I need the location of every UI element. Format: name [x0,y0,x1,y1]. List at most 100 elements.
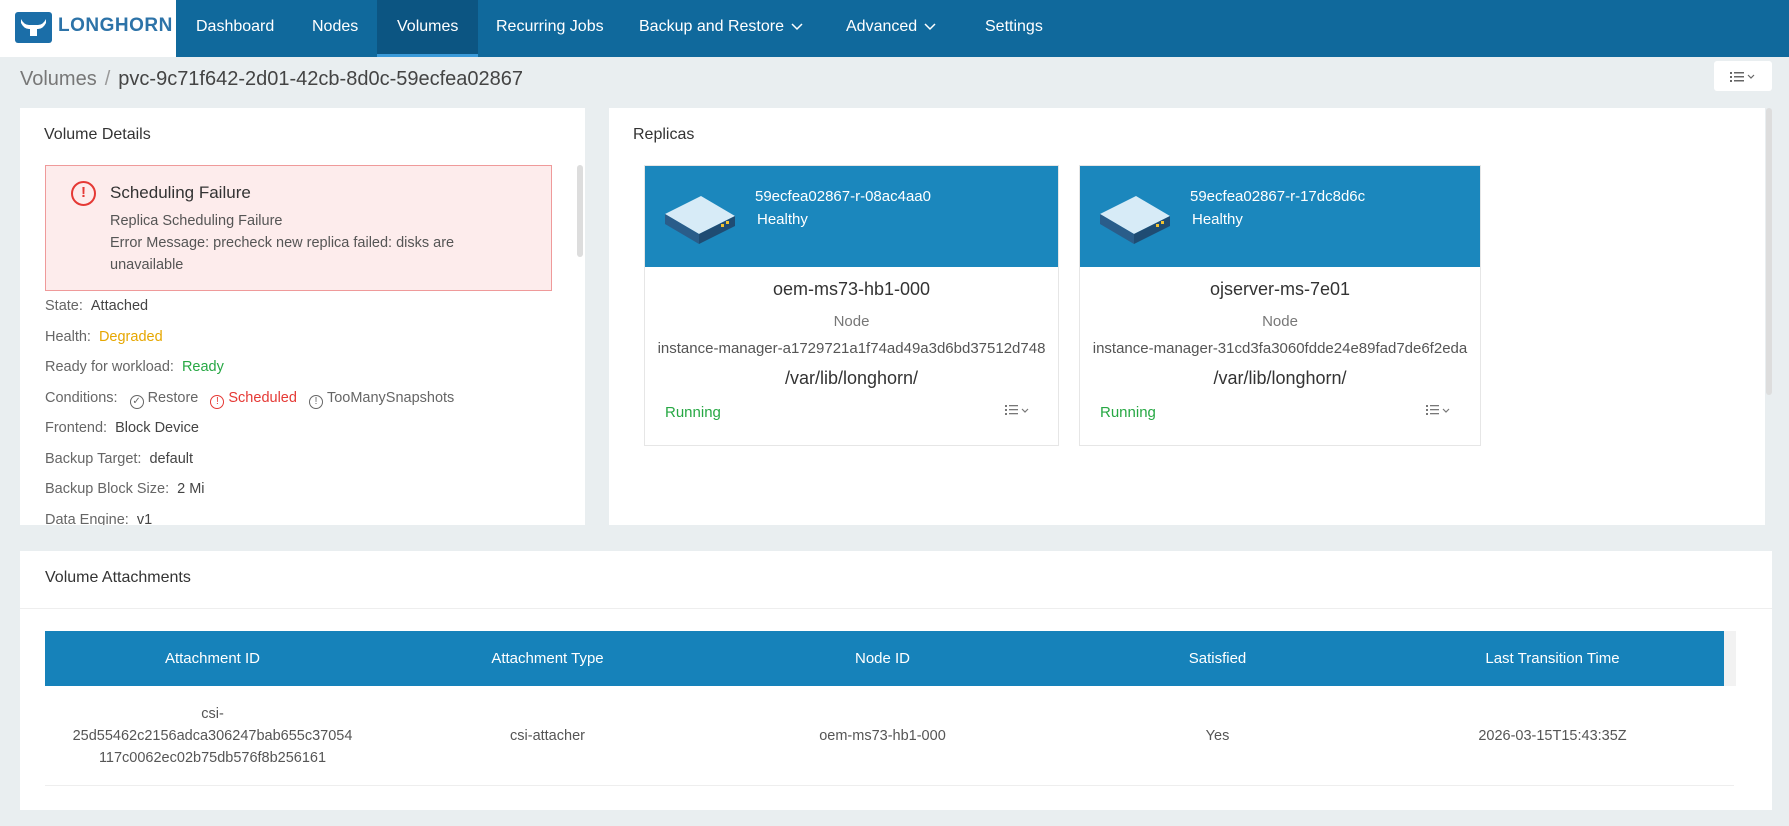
replica-name: 59ecfea02867-r-17dc8d6c [1190,188,1366,205]
alert-circle-icon: ! [71,181,96,206]
logo-text: LONGHORN [58,15,173,36]
info-circle-icon: ! [308,395,323,409]
nav-advanced[interactable]: Advanced [826,0,956,57]
ready-label: Ready for workload: [45,359,174,375]
backup-block-size-row: Backup Block Size: 2 Mi [45,481,205,497]
breadcrumb-volumes-link[interactable]: Volumes [20,68,97,90]
condition-toomanysnapshots[interactable]: ! TooManySnapshots [308,390,455,409]
replica-state: Running [665,404,721,421]
attachments-table-header: Attachment ID Attachment Type Node ID Sa… [45,631,1724,686]
page-actions-button[interactable] [1714,61,1772,91]
health-label: Health: [45,329,91,345]
frontend-value: Block Device [115,420,199,436]
replica-path: /var/lib/longhorn/ [1213,368,1347,388]
top-navbar: LONGHORN Dashboard Nodes Volumes Recurri… [0,0,1789,57]
nav-label: Settings [985,18,1043,35]
column-header-attachment-id[interactable]: Attachment ID [45,631,380,686]
check-circle-icon: ✓ [129,395,144,409]
replica-health: Healthy [1192,211,1243,228]
replica-path: /var/lib/longhorn/ [784,368,919,388]
replica-card[interactable]: 59ecfea02867-r-17dc8d6c Healthy ojserver… [1079,165,1481,446]
conditions-row: Conditions: ✓ Restore ! Scheduled ! TooMany… [45,390,454,409]
state-label: State: [45,298,83,314]
logo[interactable]: LONGHORN [0,0,176,57]
condition-label: TooManySnapshots [326,390,455,406]
health-row: Health: Degraded [45,329,163,345]
alert-message: Error Message: precheck new replica fail… [110,235,455,273]
replica-node[interactable]: ojserver-ms-7e01 [1080,279,1480,300]
nav-backup-and-restore[interactable]: Backup and Restore [619,0,823,57]
condition-scheduled[interactable]: ! Scheduled [210,390,297,409]
replica-node[interactable]: oem-ms73-hb1-000 [645,279,1058,300]
nav-nodes[interactable]: Nodes [292,0,378,57]
divider [20,608,1772,609]
chevron-down-icon [924,0,936,53]
attachment-id-line: 25d55462c2156adca306247bab655c37054 [72,728,353,744]
nav-label: Recurring Jobs [496,18,604,35]
alert-title: Scheduling Failure [110,183,251,202]
backup-target-label: Backup Target: [45,451,142,467]
ready-value: Ready [181,359,224,375]
volume-details-scrollbar[interactable] [577,165,583,257]
state-row: State: Attached [45,298,148,314]
replicas-scrollbar[interactable] [1766,108,1772,395]
replica-health: Healthy [757,211,808,228]
breadcrumb-separator: / [104,68,111,90]
replica-actions-menu[interactable] [1005,403,1033,420]
frontend-row: Frontend: Block Device [45,420,199,436]
nav-settings[interactable]: Settings [965,0,1063,57]
nav-label: Dashboard [196,18,275,35]
volume-details-panel: Volume Details ! Scheduling Failure Repl… [20,108,585,525]
state-value: Attached [90,298,149,314]
volume-details-title: Volume Details [44,126,151,143]
ready-row: Ready for workload: Ready [45,359,224,375]
row-divider [45,785,1734,786]
alert-subtitle: Replica Scheduling Failure [110,213,283,229]
cell-node-id: oem-ms73-hb1-000 [819,728,946,744]
disk-icon [663,192,737,247]
volume-attachments-panel: Volume Attachments Attachment ID Attachm… [20,551,1772,810]
frontend-label: Frontend: [45,420,108,436]
replica-card[interactable]: 59ecfea02867-r-08ac4aa0 Healthy oem-ms73… [644,165,1059,446]
replica-state: Running [1100,404,1156,421]
alert-circle-icon: ! [210,395,225,409]
disk-icon [1098,192,1172,247]
backup-target-row: Backup Target: default [45,451,193,467]
nav-dashboard[interactable]: Dashboard [176,0,294,57]
breadcrumb-current: pvc-9c71f642-2d01-42cb-8d0c-59ecfea02867 [118,68,524,90]
health-value: Degraded [98,329,163,345]
cell-satisfied: Yes [1205,728,1230,744]
replica-card-header: 59ecfea02867-r-17dc8d6c Healthy [1080,166,1480,267]
chevron-down-icon [791,0,803,53]
backup-block-size-label: Backup Block Size: [45,481,170,497]
data-engine-row: Data Engine: v1 [45,512,152,525]
nav-recurring-jobs[interactable]: Recurring Jobs [476,0,624,57]
volume-attachments-title: Volume Attachments [45,569,191,586]
data-engine-label: Data Engine: [45,512,129,525]
replica-node-label: Node [1262,313,1298,330]
cell-attachment-id: csi- 25d55462c2156adca306247bab655c37054… [45,703,380,769]
attachment-id-line: 117c0062ec02b75db576f8b256161 [98,750,327,766]
list-menu-icon [1730,70,1756,86]
conditions-label: Conditions: [45,390,118,406]
column-header-node-id[interactable]: Node ID [715,631,1050,686]
nav-volumes[interactable]: Volumes [377,0,479,57]
nav-label: Advanced [846,18,918,35]
column-header-last-transition-time[interactable]: Last Transition Time [1385,631,1720,686]
condition-label: Scheduled [228,390,297,406]
replica-actions-menu[interactable] [1426,403,1454,420]
backup-block-size-value: 2 Mi [177,481,205,497]
replica-instance-manager: instance-manager-31cd3fa3060fdde24e89fad… [1092,340,1468,357]
column-header-attachment-type[interactable]: Attachment Type [380,631,715,686]
replica-node-label: Node [833,313,870,330]
table-header-scroll-gutter [1724,631,1736,686]
cell-last-transition-time: 2026-03-15T15:43:35Z [1478,728,1627,744]
replica-card-header: 59ecfea02867-r-08ac4aa0 Healthy [645,166,1058,267]
replicas-title: Replicas [633,126,695,143]
column-header-satisfied[interactable]: Satisfied [1050,631,1385,686]
longhorn-logo-icon [15,12,52,43]
attachment-id-line: csi- [201,706,224,722]
replica-instance-manager: instance-manager-a1729721a1f74ad49a3d6bd… [657,340,1046,357]
condition-restore[interactable]: ✓ Restore [129,390,198,409]
replica-name: 59ecfea02867-r-08ac4aa0 [755,188,931,205]
